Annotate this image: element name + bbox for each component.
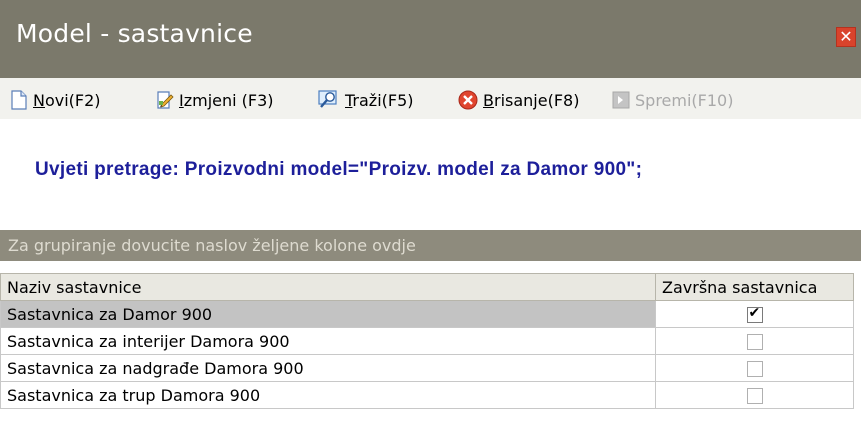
edit-icon [156,90,174,110]
row-final-cell[interactable] [655,300,854,328]
table-row[interactable]: Sastavnica za Damor 900 [0,300,854,328]
save-label: Spremi(F10) [635,90,734,110]
search-criteria: Uvjeti pretrage: Proizvodni model="Proiz… [35,159,643,180]
delete-button[interactable]: Brisanje(F8) [458,89,579,111]
new-label: ovi(F2) [44,90,101,110]
search-button[interactable]: Traži(F5) [318,89,414,111]
search-label: raži(F5) [352,90,414,110]
row-name[interactable]: Sastavnica za trup Damora 900 [0,381,656,409]
column-header-name[interactable]: Naziv sastavnice [0,273,656,301]
group-by-panel[interactable]: Za grupiranje dovucite naslov željene ko… [0,230,861,261]
toolbar: Novi(F2) Izmjeni (F3) Traži(F5) Brisanje… [0,78,861,119]
column-header-final[interactable]: Završna sastavnica [655,273,854,301]
delete-label: risanje(F8) [493,90,580,110]
window-title: Model - sastavnice [16,19,253,48]
row-final-cell[interactable] [655,327,854,355]
table-row[interactable]: Sastavnica za nadgrađe Damora 900 [0,354,854,382]
close-icon: ✕ [839,27,853,46]
final-checkbox[interactable] [746,361,763,377]
new-accel: N [33,90,45,110]
new-button[interactable]: Novi(F2) [10,89,101,111]
delete-icon [458,90,478,110]
save-button[interactable]: Spremi(F10) [612,89,733,111]
final-checkbox[interactable] [746,334,763,350]
header-row: Naziv sastavnice Završna sastavnica [0,273,854,301]
edit-label: zmjeni (F3) [183,90,274,110]
table-row[interactable]: Sastavnica za interijer Damora 900 [0,327,854,355]
row-name[interactable]: Sastavnica za Damor 900 [0,300,656,328]
row-final-cell[interactable] [655,354,854,382]
final-checkbox[interactable] [746,305,763,323]
final-checkbox[interactable] [746,388,763,404]
group-by-hint: Za grupiranje dovucite naslov željene ko… [8,236,416,255]
close-button[interactable]: ✕ [836,27,856,47]
title-bar: Model - sastavnice ✕ [0,0,861,78]
row-final-cell[interactable] [655,381,854,409]
new-document-icon [10,90,28,110]
save-icon [612,90,630,110]
row-name[interactable]: Sastavnica za interijer Damora 900 [0,327,656,355]
edit-button[interactable]: Izmjeni (F3) [156,89,274,111]
row-name[interactable]: Sastavnica za nadgrađe Damora 900 [0,354,656,382]
search-icon [318,90,340,110]
bom-grid: Naziv sastavnice Završna sastavnica Sast… [0,273,854,409]
delete-accel: B [483,90,494,110]
table-row[interactable]: Sastavnica za trup Damora 900 [0,381,854,409]
